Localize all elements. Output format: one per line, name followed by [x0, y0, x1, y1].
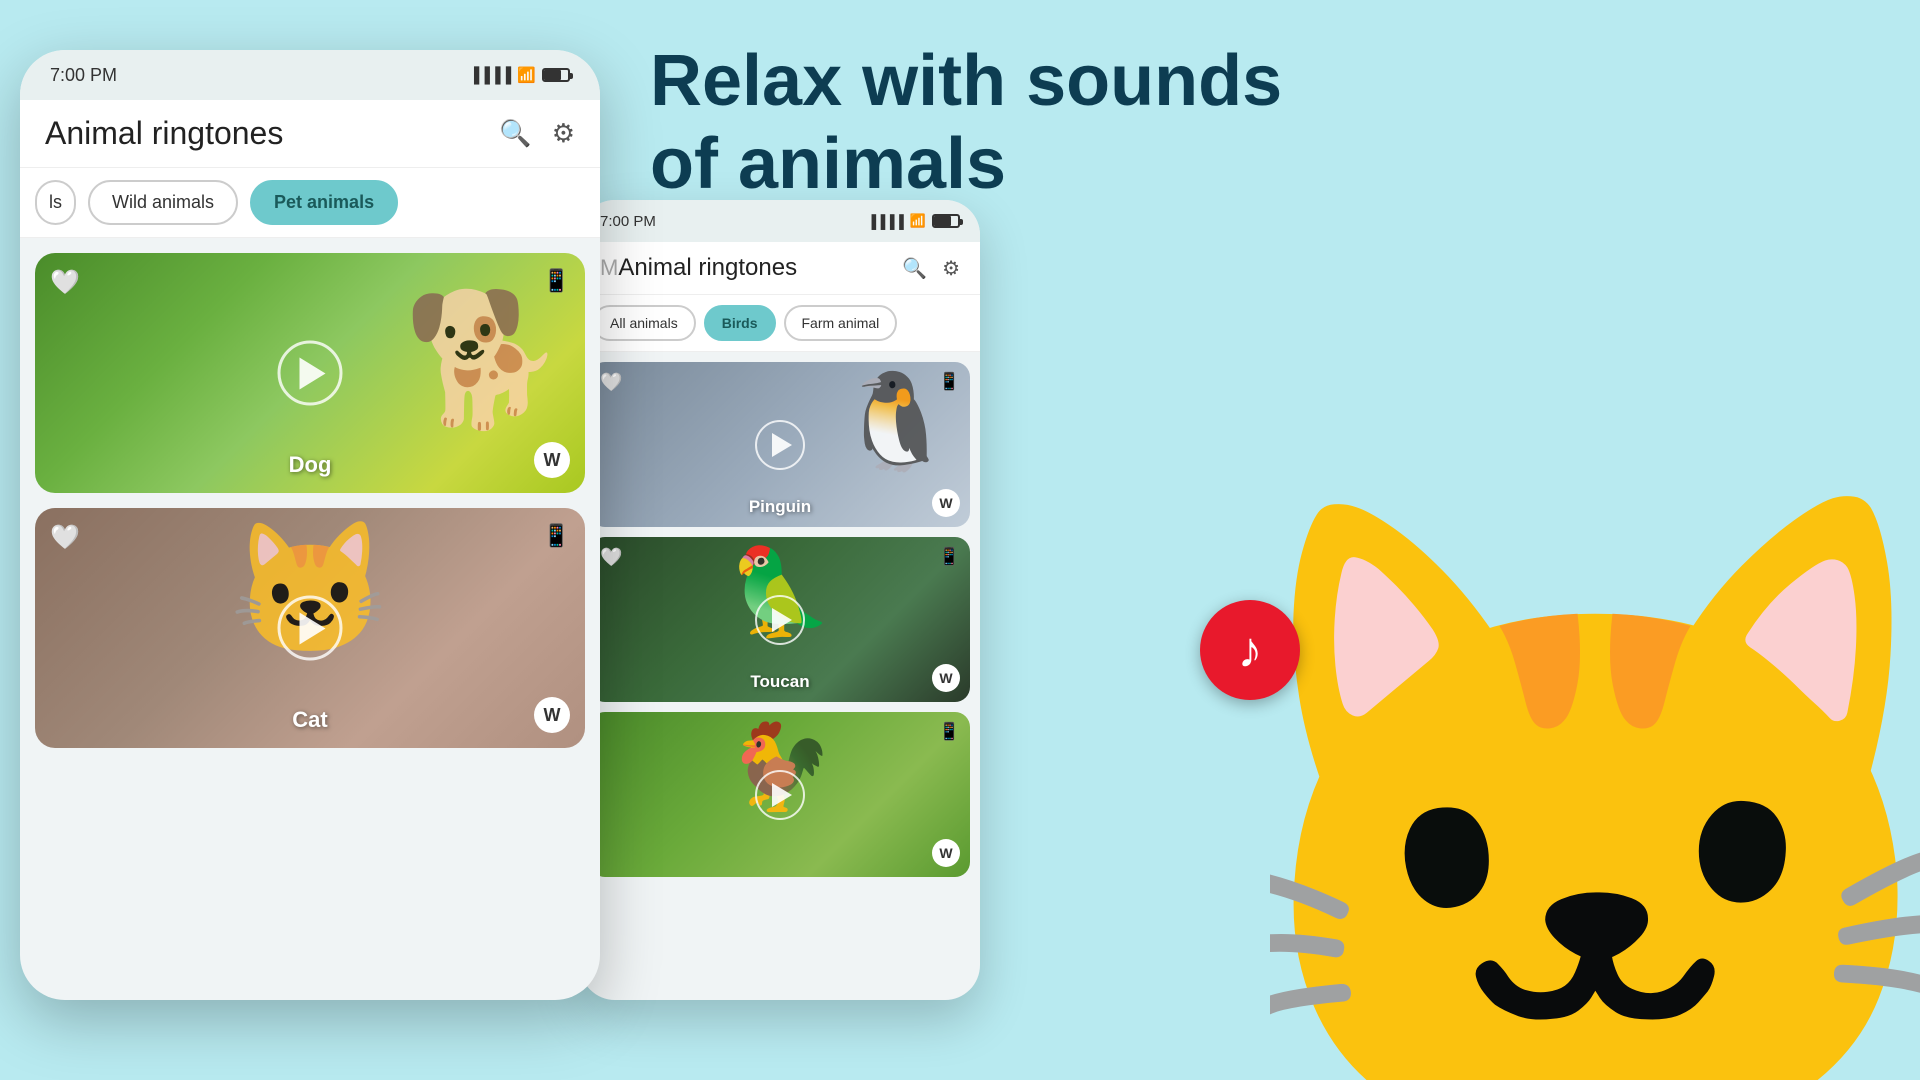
tab-all-animals[interactable]: All animals	[592, 305, 696, 341]
phone2-time: 7:00 PM	[600, 213, 656, 230]
dog-play-button[interactable]	[278, 341, 343, 406]
phone1-header: Animal ringtones 🔍 ⚙	[20, 100, 600, 168]
toucan-heart-icon[interactable]: 🤍	[600, 547, 622, 568]
dog-card[interactable]: 🐕 🤍 📱 Dog W	[35, 253, 585, 493]
penguin-w-badge: W	[932, 489, 960, 517]
headline-line2: of animals	[650, 124, 1006, 204]
penguin-play-button[interactable]	[755, 420, 805, 470]
penguin-heart-icon[interactable]: 🤍	[600, 372, 622, 393]
toucan-w-badge: W	[932, 664, 960, 692]
chicken-card[interactable]: 🐓 📱 W	[590, 712, 970, 877]
chicken-ringtone-icon[interactable]: 📱	[939, 722, 960, 742]
cat-play-button[interactable]	[278, 596, 343, 661]
dog-heart-icon[interactable]: 🤍	[50, 268, 80, 297]
phone1-status-bar: 7:00 PM ▐▐▐▐ 📶	[20, 50, 600, 100]
toucan-ringtone-icon[interactable]: 📱	[939, 547, 960, 567]
phone2-content: 🐧 🤍 📱 Pinguin W 🦜 🤍 📱 Toucan W	[580, 352, 980, 887]
headline-line1: Relax with sounds	[650, 41, 1282, 121]
wifi-icon: 📶	[517, 66, 536, 84]
search-icon[interactable]: 🔍	[499, 118, 531, 149]
phone2-header-icons: 🔍 ⚙	[902, 256, 960, 281]
dog-ringtone-icon[interactable]: 📱	[543, 268, 570, 294]
cat-w-badge: W	[534, 697, 570, 733]
tab-pet-animals[interactable]: Pet animals	[250, 180, 398, 225]
battery-icon2	[932, 214, 960, 228]
phone1-content: 🐕 🤍 📱 Dog W 🐱 🤍 📱 Cat W	[20, 238, 600, 763]
toucan-play-button[interactable]	[755, 595, 805, 645]
dog-w-badge: W	[534, 442, 570, 478]
cat-card[interactable]: 🐱 🤍 📱 Cat W	[35, 508, 585, 748]
phone1-status-icons: ▐▐▐▐ 📶	[469, 66, 570, 84]
wifi-icon2: 📶	[910, 213, 926, 229]
phone1: 7:00 PM ▐▐▐▐ 📶 Animal ringtones 🔍 ⚙ ls W…	[20, 50, 600, 1000]
play-triangle-icon	[300, 612, 326, 644]
dog-image: 🐕	[403, 283, 565, 436]
music-note-icon: ♪	[1238, 621, 1263, 679]
phone1-title: Animal ringtones	[45, 115, 283, 152]
cat-emoji: 🐱	[1270, 510, 1920, 1080]
phone2-status-bar: 7:00 PM ▐▐▐▐ 📶	[580, 200, 980, 242]
headline: Relax with sounds of animals	[650, 40, 1320, 206]
play-triangle-icon	[300, 357, 326, 389]
phone2-header: MAnimal ringtones 🔍 ⚙	[580, 242, 980, 295]
signal-icon: ▐▐▐▐	[469, 67, 512, 84]
penguin-card[interactable]: 🐧 🤍 📱 Pinguin W	[590, 362, 970, 527]
phone2-status-icons: ▐▐▐▐ 📶	[867, 213, 960, 229]
gear-icon2[interactable]: ⚙	[942, 256, 960, 281]
toucan-label: Toucan	[750, 672, 809, 692]
phone1-header-icons: 🔍 ⚙	[499, 118, 575, 149]
phone2: 7:00 PM ▐▐▐▐ 📶 MAnimal ringtones 🔍 ⚙ All…	[580, 200, 980, 1000]
cat-ringtone-icon[interactable]: 📱	[543, 523, 570, 549]
phone1-tabs: ls Wild animals Pet animals	[20, 168, 600, 238]
chicken-play-button[interactable]	[755, 770, 805, 820]
battery-icon	[542, 68, 570, 82]
toucan-card[interactable]: 🦜 🤍 📱 Toucan W	[590, 537, 970, 702]
play-triangle2-icon	[772, 433, 792, 457]
penguin-ringtone-icon[interactable]: 📱	[939, 372, 960, 392]
tab-wild-animals[interactable]: Wild animals	[88, 180, 238, 225]
tab-partial[interactable]: ls	[35, 180, 76, 225]
penguin-image: 🐧	[837, 367, 955, 478]
search-icon2[interactable]: 🔍	[902, 256, 927, 281]
play-triangle2-icon	[772, 783, 792, 807]
cat-label: Cat	[292, 707, 327, 733]
play-triangle2-icon	[772, 608, 792, 632]
gear-icon[interactable]: ⚙	[552, 118, 575, 149]
phone2-tabs: All animals Birds Farm animal	[580, 295, 980, 352]
tab-birds[interactable]: Birds	[704, 305, 776, 341]
cat-heart-icon[interactable]: 🤍	[50, 523, 80, 552]
music-icon[interactable]: ♪	[1200, 600, 1300, 700]
phone1-time: 7:00 PM	[50, 65, 117, 86]
signal-icon2: ▐▐▐▐	[867, 214, 904, 229]
chicken-w-badge: W	[932, 839, 960, 867]
penguin-label: Pinguin	[749, 497, 811, 517]
cat-decoration: 🐱	[1270, 80, 1920, 1080]
phone2-title: MAnimal ringtones	[600, 254, 797, 282]
dog-label: Dog	[289, 452, 332, 478]
tab-farm-animals[interactable]: Farm animal	[784, 305, 898, 341]
